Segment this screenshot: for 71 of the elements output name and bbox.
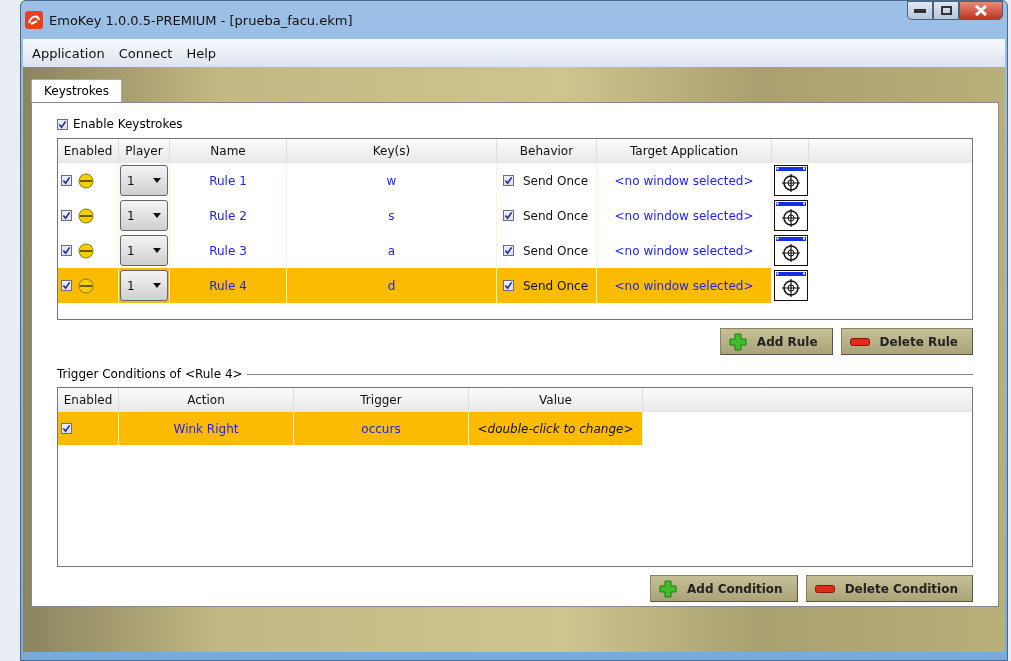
player-dropdown[interactable]: 1 bbox=[120, 270, 168, 301]
maximize-icon bbox=[940, 6, 952, 15]
checkbox-label: Send Once bbox=[523, 173, 589, 188]
column-header[interactable]: Key(s) bbox=[287, 139, 497, 163]
table-cell: Rule 4 bbox=[170, 268, 287, 303]
window-title: EmoKey 1.0.0.5-PREMIUM - [prueba_facu.ekm] bbox=[49, 12, 354, 28]
checkbox[interactable] bbox=[57, 118, 68, 130]
table-cell: occurs bbox=[294, 412, 469, 445]
window-picker-button[interactable] bbox=[773, 165, 808, 196]
minus-icon bbox=[849, 337, 870, 346]
column-header[interactable]: Player bbox=[119, 139, 170, 163]
checkbox[interactable] bbox=[61, 280, 72, 291]
minimize-button[interactable] bbox=[907, 1, 933, 20]
plus-icon bbox=[659, 579, 678, 598]
table-row[interactable]: Wink Right occurs <double-click to change> bbox=[58, 412, 643, 445]
player-dropdown[interactable]: 1 bbox=[120, 165, 168, 196]
window-picker-button[interactable] bbox=[773, 200, 808, 231]
checkbox[interactable] bbox=[61, 175, 72, 186]
group-title: Trigger Conditions of <Rule 4> bbox=[57, 367, 243, 381]
checkbox-label: Send Once bbox=[523, 278, 589, 293]
caret-icon bbox=[153, 213, 161, 218]
table-cell: <double-click to change> bbox=[469, 412, 643, 445]
table-row[interactable]: 1 Rule 1 w Send Once <no window selected> bbox=[58, 163, 809, 198]
table-row[interactable]: 1 Rule 4 d Send Once <no window selected> bbox=[58, 268, 809, 303]
add-condition-button[interactable]: Add Condition bbox=[650, 575, 798, 602]
minimize-icon bbox=[914, 8, 926, 13]
table-cell: s bbox=[287, 198, 497, 233]
player-dropdown[interactable]: 1 bbox=[120, 200, 168, 231]
status-light-icon bbox=[78, 242, 94, 259]
column-header[interactable]: Enabled bbox=[58, 139, 119, 163]
checkbox[interactable] bbox=[503, 210, 514, 221]
table-cell: Rule 1 bbox=[170, 163, 287, 198]
table-cell: d bbox=[287, 268, 497, 303]
caret-icon bbox=[153, 178, 161, 183]
checkbox-label: Send Once bbox=[523, 208, 589, 223]
checkbox[interactable] bbox=[61, 245, 72, 256]
plus-icon bbox=[728, 332, 747, 351]
column-header[interactable]: Name bbox=[170, 139, 287, 163]
checkbox[interactable] bbox=[503, 245, 514, 256]
status-light-icon bbox=[78, 207, 94, 224]
tab[interactable]: Keystrokes bbox=[31, 79, 122, 102]
menu-item[interactable]: Application bbox=[27, 43, 110, 63]
table-cell: Wink Right bbox=[119, 412, 294, 445]
checkbox-label: Send Once bbox=[523, 243, 589, 258]
player-dropdown[interactable]: 1 bbox=[120, 235, 168, 266]
checkbox-label: Enable Keystrokes bbox=[73, 117, 183, 131]
status-light-icon bbox=[78, 172, 94, 189]
checkbox[interactable] bbox=[503, 280, 514, 291]
window-picker-button[interactable] bbox=[773, 270, 808, 301]
app-logo-icon bbox=[25, 11, 43, 29]
close-button[interactable] bbox=[959, 1, 1003, 20]
checkbox[interactable] bbox=[503, 175, 514, 186]
caret-icon bbox=[153, 248, 161, 253]
maximize-button[interactable] bbox=[933, 1, 959, 20]
column-header[interactable]: Behavior bbox=[497, 139, 597, 163]
table-cell: Rule 2 bbox=[170, 198, 287, 233]
table-row[interactable]: 1 Rule 2 s Send Once <no window selected> bbox=[58, 198, 809, 233]
column-header[interactable]: Target Application bbox=[597, 139, 772, 163]
minus-icon bbox=[814, 584, 835, 593]
table-cell: w bbox=[287, 163, 497, 198]
caret-icon bbox=[153, 283, 161, 288]
delete-rule-button[interactable]: Delete Rule bbox=[840, 328, 973, 355]
status-light-icon bbox=[78, 277, 94, 294]
checkbox[interactable] bbox=[61, 210, 72, 221]
menu-item[interactable]: Connect bbox=[113, 43, 178, 63]
add-rule-button[interactable]: Add Rule bbox=[719, 328, 833, 355]
menu-item[interactable]: Help bbox=[181, 43, 222, 63]
window-picker-button[interactable] bbox=[773, 235, 808, 266]
delete-condition-button[interactable]: Delete Condition bbox=[805, 575, 973, 602]
checkbox[interactable] bbox=[61, 423, 72, 434]
close-icon bbox=[974, 5, 988, 16]
